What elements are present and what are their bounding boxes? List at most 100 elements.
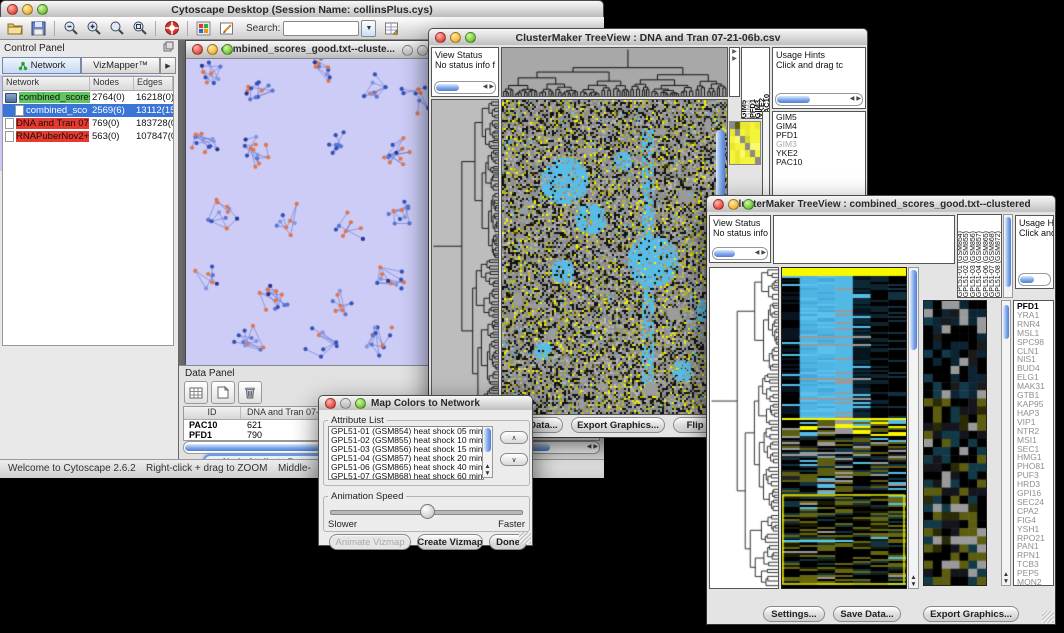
view-status-scrollbar[interactable]: ◀▶ [712,247,768,260]
move-up-button[interactable]: ∧ [500,431,528,444]
view-status-panel: View StatusNo status info f ◀▶ [431,47,499,97]
close-button[interactable] [435,32,446,43]
dna-heatmap[interactable] [501,99,728,415]
network-file-icon [5,118,14,129]
zoom-fit-icon[interactable] [128,19,151,38]
selected-cluster-heatmap[interactable] [729,121,761,165]
scroll-left-icon[interactable]: ◀ [754,249,761,258]
col-edges[interactable]: Edges [134,77,173,90]
tab-network[interactable]: Network [2,57,81,74]
search-input[interactable] [283,21,359,36]
tabs-overflow-button[interactable]: ▶ [160,57,176,74]
scroll-right-icon[interactable]: ▶ [855,95,862,104]
scroll-left-icon[interactable]: ◀ [849,95,856,104]
scroll-right-icon[interactable]: ▶ [592,443,599,452]
move-down-button[interactable]: ∨ [500,453,528,466]
zoom-scrollbar[interactable]: ▲▼ [1001,300,1011,586]
scroll-left-icon[interactable]: ◀ [482,83,489,92]
open-file-button[interactable] [4,19,27,38]
save-data-button[interactable]: Save Data... [833,606,901,622]
minimize-button[interactable] [728,199,739,210]
minimize-button[interactable] [207,44,218,55]
minimize-button[interactable] [417,45,428,56]
scroll-down-icon[interactable]: ▼ [910,581,916,588]
vizmapper-palette-icon[interactable] [192,19,215,38]
dendrogram-arrow-strip[interactable]: ▶ ▶ [729,47,740,97]
new-attribute-icon[interactable] [211,381,235,404]
save-button[interactable] [27,19,50,38]
scroll-left-icon[interactable]: ◀ [586,443,593,452]
heatmap-scrollbar[interactable]: ▲▼ [908,267,919,589]
delete-attribute-trash-icon[interactable] [238,381,262,404]
float-panel-icon[interactable] [163,39,174,57]
attribute-list-item[interactable]: GPL51-07 (GSM868) heat shock 60 min [331,472,483,480]
resize-grip[interactable] [519,532,531,544]
labels-scrollbar[interactable] [1003,214,1013,298]
expand-right-icon[interactable]: ▶ [732,49,737,55]
export-graphics-button[interactable]: Export Graphics... [571,417,665,433]
window-controls [7,4,48,15]
col-network[interactable]: Network [3,77,90,90]
close-button[interactable] [325,398,336,409]
zoom-button[interactable] [222,44,233,55]
network-row[interactable]: RNAPuberNov2+ 563(0) 107847(0) [3,130,173,143]
scroll-up-icon[interactable]: ▲ [910,574,916,581]
zoom-button[interactable] [465,32,476,43]
resize-grip[interactable] [1042,611,1054,623]
select-attributes-icon[interactable] [184,381,208,404]
column-label[interactable]: GPL51-08 (GSM872) [996,231,1002,297]
close-button[interactable] [713,199,724,210]
annotation-icon[interactable] [215,19,238,38]
network-row[interactable]: combined_sco 2569(6) 13112(15) [3,104,173,117]
network-row[interactable]: DNA and Tran 07 769(0) 183728(0) [3,117,173,130]
scroll-right-icon[interactable]: ▶ [488,83,495,92]
row-dendrogram[interactable] [709,267,779,589]
tab-vizmapper[interactable]: VizMapper™ [81,57,160,74]
minimize-button[interactable] [340,398,351,409]
network-frame-titlebar[interactable]: combined_scores_good.txt--cluste... [186,41,430,59]
network-canvas[interactable] [186,59,430,365]
search-dropdown-icon[interactable]: ▼ [361,20,376,37]
attribute-list[interactable]: GPL51-01 (GSM854) heat shock 05 minGPL51… [328,426,484,480]
col-id[interactable]: ID [184,407,241,419]
help-lifebuoy-icon[interactable] [160,19,183,38]
minimize-button[interactable] [450,32,461,43]
slider-thumb[interactable] [420,504,435,519]
col-nodes[interactable]: Nodes [90,77,134,90]
column-dendrogram-empty[interactable] [773,215,955,264]
usage-hints-scrollbar[interactable] [1018,273,1051,286]
scroll-right-icon[interactable]: ▶ [760,249,767,258]
zoom-button[interactable] [355,398,366,409]
zoom-button[interactable] [37,4,48,15]
attribute-list-scrollbar[interactable]: ▲▼ [482,426,493,478]
minimize-button[interactable] [22,4,33,15]
treeview-combined-buttons: Settings... Save Data... Export Graphics… [707,606,1055,628]
gene-label[interactable]: PAC10 [776,158,865,167]
settings-button[interactable]: Settings... [763,606,825,622]
row-dendrogram[interactable] [431,99,499,415]
close-button[interactable] [192,44,203,55]
zoom-heatmap[interactable] [923,300,987,586]
export-graphics-button[interactable]: Export Graphics... [923,606,1019,622]
scroll-down-icon[interactable]: ▼ [1003,578,1009,585]
scroll-up-icon[interactable]: ▲ [1003,571,1009,578]
zoom-out-icon[interactable] [59,19,82,38]
combined-heatmap[interactable] [781,267,907,589]
scroll-up-icon[interactable]: ▲ [484,463,490,470]
report-table-icon[interactable] [380,19,403,38]
column-dendrogram[interactable] [501,47,728,97]
zoom-in-icon[interactable] [82,19,105,38]
zoom-selected-icon[interactable] [105,19,128,38]
view-status-scrollbar[interactable]: ◀▶ [434,81,496,94]
usage-hints-scrollbar[interactable]: ◀▶ [775,93,863,106]
close-button[interactable] [7,4,18,15]
zoom-button[interactable] [743,199,754,210]
animate-vizmap-button[interactable]: Animate Vizmap [329,534,411,550]
expand-right-icon[interactable]: ▶ [732,56,737,62]
create-vizmap-button[interactable]: Create Vizmap [417,534,483,550]
network-row[interactable]: combined_scores 2764(0) 16218(0) [3,91,173,104]
gene-label[interactable]: MON2 [1017,578,1053,586]
network-view-window[interactable]: combined_scores_good.txt--cluste... [185,40,431,365]
scroll-down-icon[interactable]: ▼ [484,470,490,477]
close-button[interactable] [402,45,413,56]
